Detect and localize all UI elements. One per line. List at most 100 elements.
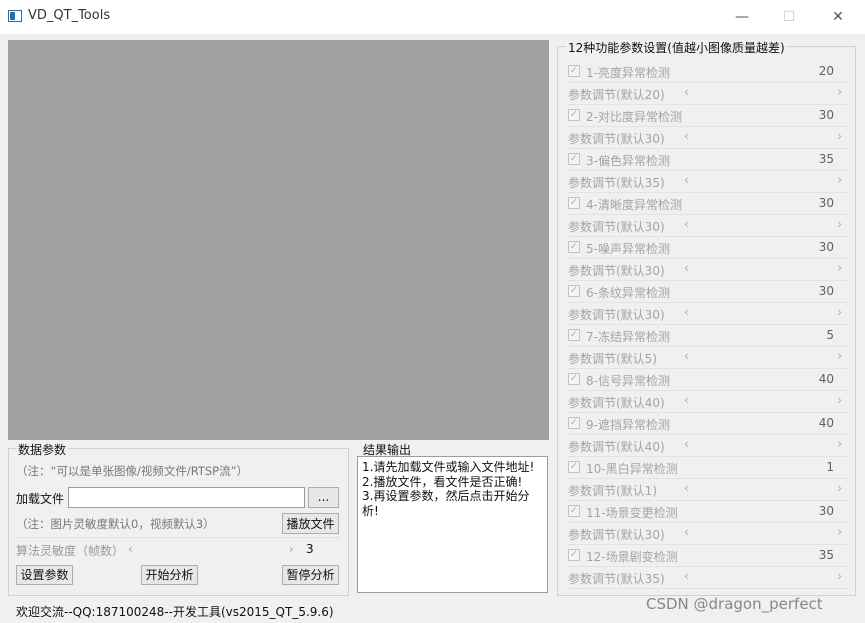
slider-right-arrow-icon[interactable]: › (837, 217, 842, 231)
checkbox-icon[interactable]: ✓ (568, 65, 580, 77)
setting-value: 1 (826, 460, 834, 474)
setting-slider-9[interactable]: 参数调节(默认40) ‹ › (566, 435, 850, 457)
slider-right-arrow-icon[interactable]: › (837, 437, 842, 451)
minimize-button[interactable]: — (722, 4, 762, 30)
sensitivity-label: 算法灵敏度（帧数） (16, 544, 125, 558)
slider-right-arrow-icon[interactable]: › (837, 173, 842, 187)
setting-label: 12-场景剧变检测 (586, 550, 678, 564)
slider-right-arrow-icon[interactable]: › (837, 393, 842, 407)
maximize-button[interactable]: ☐ (769, 4, 809, 30)
checkbox-icon[interactable]: ✓ (568, 241, 580, 253)
slider-left-arrow-icon[interactable]: ‹ (684, 569, 689, 583)
slider-label: 参数调节(默认40) (568, 396, 665, 410)
setting-label: 10-黑白异常检测 (586, 462, 678, 476)
app-icon (8, 10, 22, 22)
setting-value: 30 (818, 108, 834, 122)
slider-label: 参数调节(默认40) (568, 440, 665, 454)
slider-label: 参数调节(默认35) (568, 572, 665, 586)
setting-slider-4[interactable]: 参数调节(默认30) ‹ › (566, 215, 850, 237)
setting-label: 8-信号异常检测 (586, 374, 670, 388)
setting-slider-11[interactable]: 参数调节(默认30) ‹ › (566, 523, 850, 545)
note-source: （注：“可以是单张图像/视频文件/RTSP流”） (16, 464, 249, 478)
setting-item-8: ✓ 8-信号异常检测 40 (566, 369, 850, 391)
slider-label: 参数调节(默认5) (568, 352, 657, 366)
slider-left-arrow-icon[interactable]: ‹ (684, 481, 689, 495)
pause-analysis-button[interactable]: 暂停分析 (282, 565, 339, 585)
setting-slider-8[interactable]: 参数调节(默认40) ‹ › (566, 391, 850, 413)
start-analysis-button[interactable]: 开始分析 (141, 565, 198, 585)
play-file-button[interactable]: 播放文件 (282, 513, 339, 534)
slider-right-arrow-icon[interactable]: › (837, 349, 842, 363)
setting-slider-6[interactable]: 参数调节(默认30) ‹ › (566, 303, 850, 325)
setting-slider-2[interactable]: 参数调节(默认30) ‹ › (566, 127, 850, 149)
checkbox-icon[interactable]: ✓ (568, 153, 580, 165)
setting-slider-12[interactable]: 参数调节(默认35) ‹ › (566, 567, 850, 589)
setting-slider-3[interactable]: 参数调节(默认35) ‹ › (566, 171, 850, 193)
setting-label: 1-亮度异常检测 (586, 66, 670, 80)
slider-left-arrow-icon[interactable]: ‹ (684, 305, 689, 319)
settings-title: 12种功能参数设置(值越小图像质量越差) (566, 39, 787, 56)
checkbox-icon[interactable]: ✓ (568, 285, 580, 297)
slider-label: 参数调节(默认35) (568, 176, 665, 190)
checkbox-icon[interactable]: ✓ (568, 373, 580, 385)
setting-value: 40 (818, 416, 834, 430)
setting-slider-1[interactable]: 参数调节(默认20) ‹ › (566, 83, 850, 105)
setting-item-9: ✓ 9-遮挡异常检测 40 (566, 413, 850, 435)
slider-left-arrow-icon[interactable]: ‹ (684, 525, 689, 539)
slider-right-arrow-icon[interactable]: › (837, 569, 842, 583)
setting-item-2: ✓ 2-对比度异常检测 30 (566, 105, 850, 127)
setting-slider-10[interactable]: 参数调节(默认1) ‹ › (566, 479, 850, 501)
data-params-title: 数据参数 (16, 441, 69, 458)
slider-left-arrow-icon[interactable]: ‹ (684, 173, 689, 187)
slider-right-arrow-icon[interactable]: › (837, 261, 842, 275)
setting-label: 11-场景变更检测 (586, 506, 678, 520)
slider-label: 参数调节(默认30) (568, 528, 665, 542)
setting-item-11: ✓ 11-场景变更检测 30 (566, 501, 850, 523)
slider-right-arrow-icon[interactable]: › (837, 481, 842, 495)
sensitivity-decrease-arrow[interactable]: ‹ (128, 542, 133, 556)
slider-left-arrow-icon[interactable]: ‹ (684, 261, 689, 275)
setting-label: 9-遮挡异常检测 (586, 418, 670, 432)
slider-right-arrow-icon[interactable]: › (837, 525, 842, 539)
setting-value: 5 (826, 328, 834, 342)
setting-value: 40 (818, 372, 834, 386)
checkbox-icon[interactable]: ✓ (568, 329, 580, 341)
setting-value: 30 (818, 504, 834, 518)
slider-right-arrow-icon[interactable]: › (837, 129, 842, 143)
result-line: 2.播放文件，看文件是否正确! (362, 474, 523, 489)
slider-right-arrow-icon[interactable]: › (837, 85, 842, 99)
slider-left-arrow-icon[interactable]: ‹ (684, 129, 689, 143)
set-params-button[interactable]: 设置参数 (16, 565, 73, 585)
setting-value: 30 (818, 284, 834, 298)
setting-slider-7[interactable]: 参数调节(默认5) ‹ › (566, 347, 850, 369)
slider-right-arrow-icon[interactable]: › (837, 305, 842, 319)
setting-value: 30 (818, 240, 834, 254)
checkbox-icon[interactable]: ✓ (568, 505, 580, 517)
checkbox-icon[interactable]: ✓ (568, 197, 580, 209)
slider-label: 参数调节(默认30) (568, 264, 665, 278)
setting-item-3: ✓ 3-偏色异常检测 35 (566, 149, 850, 171)
result-output[interactable]: 1.请先加载文件或输入文件地址! 2.播放文件，看文件是否正确! 3.再设置参数… (357, 456, 548, 593)
slider-left-arrow-icon[interactable]: ‹ (684, 437, 689, 451)
sensitivity-increase-arrow[interactable]: › (289, 542, 294, 556)
divider (566, 588, 850, 589)
slider-left-arrow-icon[interactable]: ‹ (684, 85, 689, 99)
file-path-input[interactable] (68, 487, 305, 508)
setting-label: 2-对比度异常检测 (586, 110, 682, 124)
slider-left-arrow-icon[interactable]: ‹ (684, 349, 689, 363)
checkbox-icon[interactable]: ✓ (568, 549, 580, 561)
slider-left-arrow-icon[interactable]: ‹ (684, 217, 689, 231)
setting-label: 3-偏色异常检测 (586, 154, 670, 168)
setting-item-12: ✓ 12-场景剧变检测 35 (566, 545, 850, 567)
checkbox-icon[interactable]: ✓ (568, 461, 580, 473)
result-line: 1.请先加载文件或输入文件地址! (362, 460, 535, 474)
sensitivity-value: 3 (306, 542, 314, 556)
browse-button[interactable]: ... (308, 487, 339, 508)
checkbox-icon[interactable]: ✓ (568, 417, 580, 429)
slider-left-arrow-icon[interactable]: ‹ (684, 393, 689, 407)
checkbox-icon[interactable]: ✓ (568, 109, 580, 121)
setting-slider-5[interactable]: 参数调节(默认30) ‹ › (566, 259, 850, 281)
setting-label: 7-冻结异常检测 (586, 330, 670, 344)
close-button[interactable]: ✕ (818, 4, 858, 30)
slider-label: 参数调节(默认30) (568, 308, 665, 322)
